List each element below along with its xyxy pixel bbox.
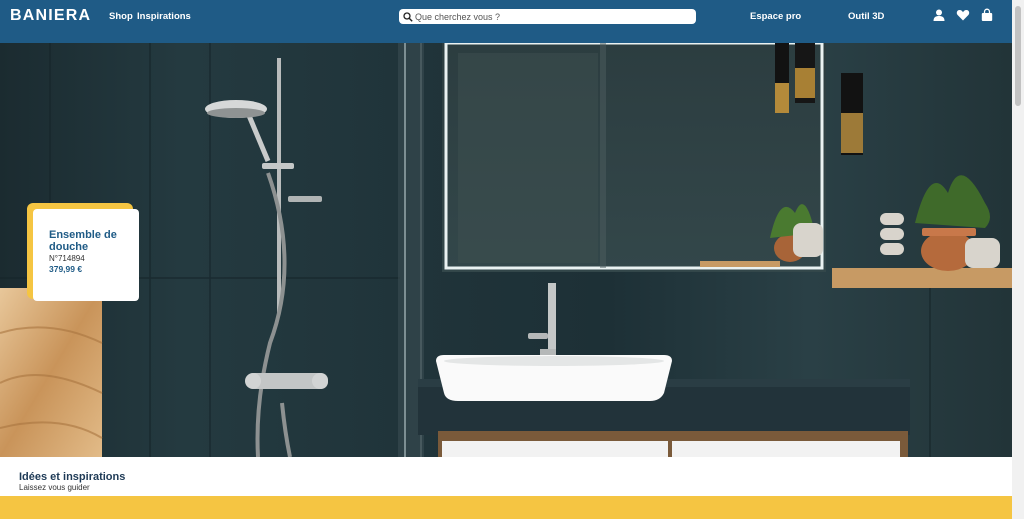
nav-shop-link[interactable]: Shop	[109, 11, 133, 22]
inspirations-section: Idées et inspirations Laissez vous guide…	[0, 457, 1012, 519]
search-icon	[403, 11, 413, 22]
yellow-band	[0, 496, 1012, 519]
page-scrollbar[interactable]	[1012, 0, 1024, 519]
espace-pro-link[interactable]: Espace pro	[750, 11, 801, 22]
search-bar[interactable]	[399, 9, 696, 24]
search-input[interactable]	[415, 11, 685, 22]
shopping-bag-icon[interactable]	[980, 8, 994, 22]
nav-inspirations-link[interactable]: Inspirations	[137, 11, 191, 22]
scrollbar-thumb[interactable]	[1015, 6, 1021, 106]
heart-icon[interactable]	[956, 8, 970, 22]
product-title: Ensemble de douche	[49, 229, 117, 253]
section-subtitle: Laissez vous guider	[19, 483, 90, 492]
top-navigation-bar: BANIERA Shop Inspirations Espace pro Out…	[0, 0, 1012, 43]
section-title: Idées et inspirations	[19, 471, 126, 483]
product-price: 379,99 €	[49, 264, 83, 274]
bathroom-scene-image	[0, 43, 1012, 457]
product-card[interactable]: Ensemble de douche N°714894 379,99 €	[27, 203, 139, 301]
hero-banner: Ensemble de douche N°714894 379,99 €	[0, 43, 1012, 457]
logo[interactable]: BANIERA	[10, 7, 91, 25]
page: BANIERA Shop Inspirations Espace pro Out…	[0, 0, 1024, 519]
user-icon[interactable]	[932, 8, 946, 22]
product-reference: N°714894	[49, 254, 85, 263]
product-card-body[interactable]: Ensemble de douche N°714894 379,99 €	[33, 209, 139, 301]
outil-3d-link[interactable]: Outil 3D	[848, 11, 884, 22]
